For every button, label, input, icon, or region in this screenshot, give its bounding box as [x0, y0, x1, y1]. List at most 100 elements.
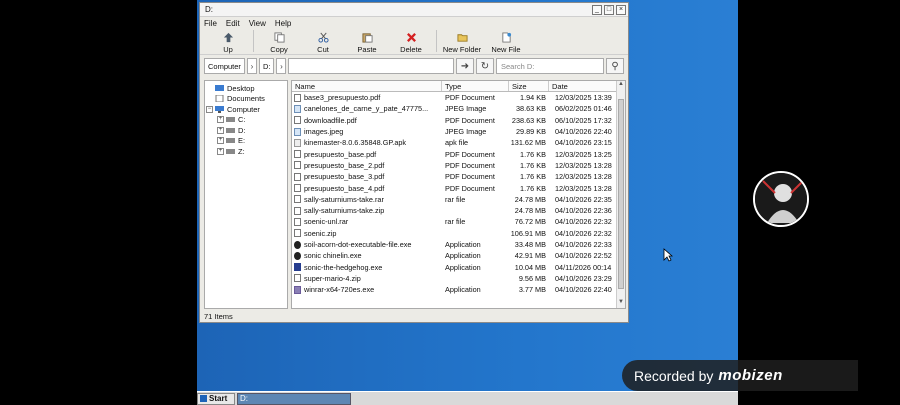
- file-type: Application: [445, 251, 481, 261]
- new-file-button[interactable]: New File: [484, 32, 528, 54]
- scrollbar-thumb[interactable]: [618, 99, 624, 289]
- tree-item-computer[interactable]: − Computer: [205, 104, 287, 115]
- file-name: sonic-the-hedgehog.exe: [304, 262, 383, 272]
- column-header-name[interactable]: Name: [292, 81, 442, 91]
- new-file-button-label: New File: [491, 45, 521, 54]
- menu-help[interactable]: Help: [275, 19, 291, 28]
- column-header-date[interactable]: Date: [549, 81, 619, 91]
- new-folder-button[interactable]: New Folder: [440, 32, 484, 54]
- breadcrumb-chevron-icon[interactable]: ›: [246, 58, 257, 74]
- file-name: kinemaster-8.0.6.35848.GP.apk: [304, 138, 407, 148]
- file-row[interactable]: sally-saturniums-take.zip 24.78 MB 04/10/2…: [292, 205, 625, 216]
- breadcrumb-computer[interactable]: Computer: [204, 58, 245, 74]
- mobizen-logo: mobizen: [718, 367, 783, 384]
- file-icon: [294, 263, 301, 272]
- tree-item-drive-z[interactable]: + Z:: [205, 146, 287, 157]
- file-row[interactable]: presupuesto_base_2.pdf PDF Document 1.76 K…: [292, 160, 625, 171]
- file-row[interactable]: sally-saturniums-take.rar rar file 24.78 M…: [292, 194, 625, 205]
- refresh-icon[interactable]: ↻: [476, 58, 494, 74]
- file-date: 06/10/2025 17:32: [555, 115, 612, 125]
- up-button-label: Up: [223, 45, 233, 54]
- file-row[interactable]: presupuesto_base_3.pdf PDF Document 1.76 K…: [292, 171, 625, 182]
- file-date: 12/03/2025 13:28: [555, 172, 612, 182]
- new-folder-icon: [456, 34, 468, 42]
- paste-button[interactable]: Paste: [345, 32, 389, 54]
- file-row[interactable]: canelones_de_carne_y_pate_47775... JPEG I…: [292, 103, 625, 114]
- file-type: Application: [445, 240, 481, 249]
- file-date: 12/03/2025 13:39: [555, 93, 612, 103]
- tree-item-drive-d[interactable]: + D:: [205, 125, 287, 136]
- file-name-cell: images.jpeg: [292, 127, 442, 136]
- copy-icon: [273, 32, 285, 43]
- file-row[interactable]: soil-acorn-dot-executable-file.exe Applic…: [292, 239, 625, 250]
- tree-item-drive-e[interactable]: + E:: [205, 136, 287, 147]
- menu-edit[interactable]: Edit: [226, 19, 240, 28]
- tree-item-label: Desktop: [227, 83, 255, 93]
- file-icon: [294, 285, 301, 294]
- file-row[interactable]: downloadfile.pdf PDF Document 238.63 KB 06/…: [292, 115, 625, 126]
- tree-item-drive-c[interactable]: + C:: [205, 115, 287, 126]
- breadcrumb-chevron-icon[interactable]: ›: [276, 58, 287, 74]
- scroll-down-icon[interactable]: ▼: [617, 299, 625, 308]
- copy-button[interactable]: Copy: [257, 32, 301, 54]
- column-header-size[interactable]: Size: [509, 81, 549, 91]
- close-button[interactable]: ×: [616, 4, 626, 15]
- file-name: base3_presupuesto.pdf: [304, 93, 381, 103]
- file-name-cell: downloadfile.pdf: [292, 116, 442, 125]
- content-panes: Desktop Documents − Computer + C: + D: +…: [204, 80, 626, 309]
- collapse-icon[interactable]: −: [206, 105, 213, 113]
- address-field[interactable]: [288, 58, 454, 74]
- expand-icon[interactable]: +: [217, 126, 224, 134]
- file-explorer-window: D: _ □ × File Edit View Help Up Copy Cut: [199, 2, 629, 323]
- tree-item-documents[interactable]: Documents: [205, 94, 287, 105]
- avatar-image: [755, 173, 807, 225]
- go-arrow-icon[interactable]: ➜: [456, 58, 474, 74]
- delete-icon: [406, 33, 416, 42]
- drive-icon: [226, 117, 235, 123]
- expand-icon[interactable]: +: [217, 147, 224, 155]
- file-row[interactable]: soenic-unl.rar rar file 76.72 MB 04/10/2026…: [292, 216, 625, 227]
- delete-button[interactable]: Delete: [389, 32, 433, 54]
- taskbar-item-window[interactable]: D:: [237, 392, 351, 405]
- scroll-up-icon[interactable]: ▲: [617, 81, 625, 90]
- expand-icon[interactable]: +: [217, 116, 224, 124]
- file-row[interactable]: sonic-the-hedgehog.exe Application 10.04 M…: [292, 261, 625, 272]
- file-type: PDF Document: [445, 172, 495, 182]
- tree-item-label: Documents: [227, 94, 265, 104]
- file-name: winrar-x64-720es.exe: [304, 285, 375, 295]
- vertical-scrollbar[interactable]: ▲ ▼: [616, 81, 625, 308]
- up-button[interactable]: Up: [206, 32, 250, 54]
- file-name-cell: presupuesto_base.pdf: [292, 150, 442, 159]
- file-row[interactable]: kinemaster-8.0.6.35848.GP.apk apk file 131…: [292, 137, 625, 148]
- file-name: soil-acorn-dot-executable-file.exe: [304, 240, 412, 249]
- file-row[interactable]: presupuesto_base_4.pdf PDF Document 1.76 K…: [292, 182, 625, 193]
- start-button[interactable]: Start: [197, 392, 235, 405]
- file-name: sally-saturniums-take.rar: [304, 194, 384, 204]
- file-row[interactable]: sonic chinelin.exe Application 42.91 MB 04/…: [292, 250, 625, 261]
- file-name-cell: base3_presupuesto.pdf: [292, 93, 442, 102]
- file-row[interactable]: base3_presupuesto.pdf PDF Document 1.94 KB…: [292, 92, 625, 103]
- search-input[interactable]: Search D:: [496, 58, 604, 74]
- breadcrumb-drive[interactable]: D:: [258, 58, 275, 74]
- file-row[interactable]: presupuesto_base.pdf PDF Document 1.76 KB 1…: [292, 148, 625, 159]
- minimize-button[interactable]: _: [592, 4, 602, 15]
- menu-view[interactable]: View: [249, 19, 266, 28]
- maximize-button[interactable]: □: [604, 4, 614, 15]
- file-icon: [294, 229, 301, 238]
- file-row[interactable]: winrar-x64-720es.exe Application 3.77 MB 04…: [292, 284, 625, 295]
- recorder-avatar-icon[interactable]: [753, 171, 809, 227]
- file-row[interactable]: images.jpeg JPEG Image 29.89 KB 04/10/2026 …: [292, 126, 625, 137]
- documents-icon: [215, 95, 224, 103]
- search-icon[interactable]: ⚲: [606, 58, 624, 74]
- file-date: 04/10/2026 22:40: [555, 127, 612, 137]
- tree-item-desktop[interactable]: Desktop: [205, 83, 287, 94]
- expand-icon[interactable]: +: [217, 137, 224, 145]
- file-row[interactable]: super-mario-4.zip 9.56 MB 04/10/2026 23:29: [292, 273, 625, 284]
- window-titlebar[interactable]: D: _ □ ×: [200, 3, 628, 17]
- cut-button[interactable]: Cut: [301, 32, 345, 54]
- column-header-type[interactable]: Type: [442, 81, 509, 91]
- file-row[interactable]: soenic.zip 106.91 MB 04/10/2026 22:32: [292, 228, 625, 239]
- file-type: PDF Document: [445, 93, 495, 103]
- file-icon: [294, 217, 301, 226]
- menu-file[interactable]: File: [204, 19, 217, 28]
